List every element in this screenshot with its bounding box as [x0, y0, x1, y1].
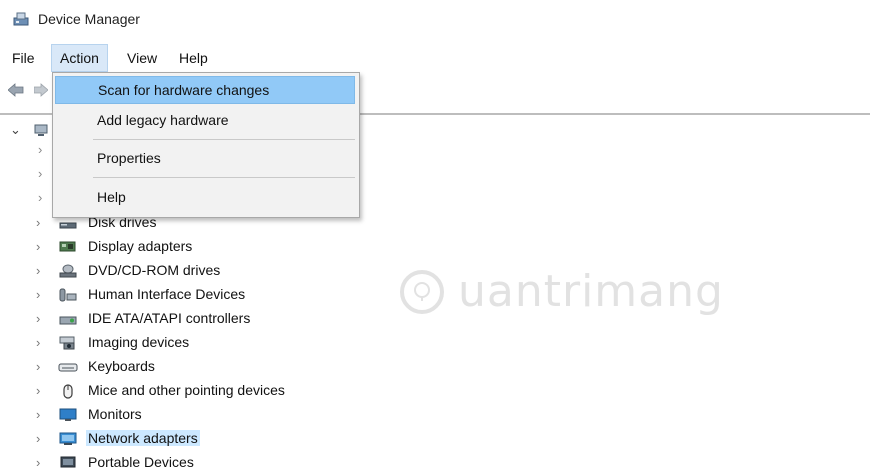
chevron-right-icon[interactable]: ›: [36, 359, 46, 374]
back-arrow-icon[interactable]: [8, 83, 24, 97]
menu-separator: [93, 177, 355, 178]
menu-action[interactable]: Action: [51, 44, 108, 72]
hid-icon: [59, 288, 77, 302]
ide-controller-icon: [59, 316, 77, 325]
watermark-text: uantrimang: [458, 266, 724, 317]
camera-icon: [59, 336, 75, 350]
tree-item-label: Mice and other pointing devices: [88, 382, 285, 398]
action-dropdown-menu: Scan for hardware changes Add legacy har…: [52, 72, 360, 218]
menu-item-label: Properties: [97, 150, 161, 166]
tree-item-monitors[interactable]: › Monitors: [36, 404, 636, 426]
tree-item-label: IDE ATA/ATAPI controllers: [88, 310, 251, 326]
network-adapter-icon: [59, 432, 77, 445]
chevron-right-icon[interactable]: ›: [38, 166, 42, 181]
menu-help[interactable]: Help: [171, 44, 216, 72]
tree-item-mice[interactable]: › Mice and other pointing devices: [36, 380, 636, 402]
menu-item-properties[interactable]: Properties: [55, 144, 355, 172]
tree-item-label: Network adapters: [86, 430, 200, 446]
menu-item-scan-hardware[interactable]: Scan for hardware changes: [55, 76, 355, 104]
chevron-right-icon[interactable]: ›: [36, 239, 46, 254]
chevron-right-icon[interactable]: ›: [36, 383, 46, 398]
chevron-down-icon[interactable]: ⌄: [10, 122, 21, 138]
tree-item-keyboards[interactable]: › Keyboards: [36, 356, 636, 378]
menu-item-label: Help: [97, 189, 126, 205]
tree-item-label: Display adapters: [88, 238, 193, 254]
computer-icon: [34, 124, 48, 136]
chevron-right-icon[interactable]: ›: [36, 407, 46, 422]
menu-item-add-legacy-hardware[interactable]: Add legacy hardware: [55, 106, 355, 134]
chevron-right-icon[interactable]: ›: [36, 287, 46, 302]
menu-item-label: Add legacy hardware: [97, 112, 229, 128]
portable-device-icon: [60, 456, 76, 468]
chevron-right-icon[interactable]: ›: [36, 215, 46, 230]
menu-bar: File Action View Help: [0, 44, 870, 72]
window-title: Device Manager: [38, 11, 140, 27]
title-bar: Device Manager: [0, 0, 870, 38]
tree-item-label: Imaging devices: [88, 334, 190, 350]
chevron-right-icon[interactable]: ›: [38, 142, 42, 157]
chevron-right-icon[interactable]: ›: [36, 431, 46, 446]
lightbulb-icon: [400, 270, 444, 314]
menu-file[interactable]: File: [4, 44, 43, 72]
menu-item-help[interactable]: Help: [55, 183, 355, 211]
tree-item-network-adapters[interactable]: › Network adapters: [36, 428, 636, 450]
tree-item-label: Monitors: [88, 406, 142, 422]
mouse-icon: [63, 384, 73, 399]
tree-item-label: Human Interface Devices: [88, 286, 246, 302]
keyboard-icon: [58, 363, 78, 372]
dvd-drive-icon: [59, 264, 77, 278]
tree-item-label: Keyboards: [88, 358, 155, 374]
menu-view[interactable]: View: [119, 44, 165, 72]
monitor-icon: [59, 408, 77, 421]
tree-item-label: Portable Devices: [88, 454, 194, 470]
tree-item-label: DVD/CD-ROM drives: [88, 262, 221, 278]
chevron-right-icon[interactable]: ›: [38, 190, 42, 205]
chevron-right-icon[interactable]: ›: [36, 311, 46, 326]
chevron-right-icon[interactable]: ›: [36, 335, 46, 350]
chevron-right-icon[interactable]: ›: [36, 263, 46, 278]
tree-item-display-adapters[interactable]: › Display adapters: [36, 236, 636, 258]
chevron-right-icon[interactable]: ›: [36, 455, 46, 470]
menu-separator: [93, 139, 355, 140]
tree-item-portable-devices[interactable]: › Portable Devices: [36, 452, 636, 474]
display-adapter-icon: [59, 241, 76, 252]
watermark: uantrimang: [398, 264, 723, 336]
forward-arrow-icon[interactable]: [34, 83, 48, 97]
menu-item-label: Scan for hardware changes: [98, 82, 270, 98]
device-manager-icon: [13, 12, 29, 26]
